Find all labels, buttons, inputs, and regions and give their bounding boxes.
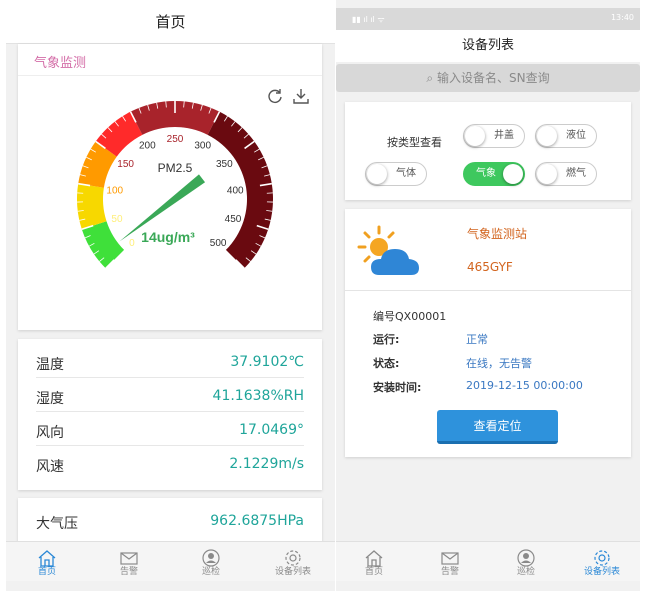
gauge-tick-label: 300 [194, 141, 211, 152]
toggle-label: 气象 [476, 168, 496, 179]
toggle-knob [465, 126, 485, 146]
search-input[interactable]: ⌕ 输入设备名、SN查询 [336, 64, 640, 92]
tab-label: 巡检 [201, 567, 220, 577]
gauge-band [77, 183, 107, 230]
toggle-knob [503, 164, 523, 184]
gauge-tick [183, 101, 185, 108]
gauge-tick-label: 200 [139, 141, 156, 152]
run-value: 正常 [466, 333, 488, 346]
state-label: 状态: [373, 357, 400, 370]
gauge-tick-label: 250 [167, 134, 184, 145]
reading-label: 风向 [36, 425, 64, 441]
device-list-screen: ▮▮ ıl ıl ᯤ 13:40 设备列表 ⌕ 输入设备名、SN查询 按类型查看… [336, 0, 640, 591]
gauge-tick-label: 350 [216, 159, 233, 170]
reading-label: 风速 [36, 459, 64, 475]
toggle-knob [537, 126, 557, 146]
home-screen: 首页 气象监测 0 50 100 150 200 250 300 350 400 450 500 P… [6, 0, 335, 591]
page-title: 设备列表 [336, 30, 640, 62]
gauge-reading: 14ug/m³ [141, 229, 195, 245]
device-card[interactable]: 气象监测站 465GYF 编号QX00001 运行: 正常 状态: 在线，无告警… [345, 209, 631, 457]
pm25-gauge: 0 50 100 150 200 250 300 350 400 450 500 PM2.5 14u… [77, 101, 273, 269]
bottom-tab-bar: 首页 告警 巡检 设备列表 [336, 541, 640, 581]
status-bar: ▮▮ ıl ıl ᯤ 13:40 [336, 8, 640, 30]
install-value: 2019-12-15 00:00:00 [466, 379, 583, 392]
filter-toggle-weather[interactable]: 气象 [463, 162, 525, 186]
gauge-tick-label: 50 [111, 214, 123, 225]
tab-alarm[interactable]: 告警 [88, 542, 170, 591]
gauge-tick-label: 450 [225, 214, 242, 225]
search-icon: ⌕ [426, 71, 434, 85]
status-time: 13:40 [610, 13, 634, 22]
bottom-tab-bar: 首页 告警 巡检 设备列表 [6, 541, 335, 581]
station-name: 气象监测站 [467, 227, 528, 241]
tab-label: 设备列表 [274, 567, 311, 577]
filter-label: 按类型查看 [387, 136, 442, 149]
reading-value: 41.1638%RH [212, 388, 304, 404]
reading-value: 2.1229m/s [229, 456, 304, 472]
gauge-tick-label: 500 [210, 238, 227, 249]
weather-monitor-card: 气象监测 0 50 100 150 200 250 300 350 400 450 500 PM2.… [18, 44, 322, 330]
reading-row-pressure: 大气压 962.6875HPa [36, 504, 304, 537]
filter-toggle-level[interactable]: 液位 [535, 124, 597, 148]
station-sn: 465GYF [467, 260, 513, 274]
gauge-tick-label: 100 [106, 185, 123, 196]
toggle-knob [367, 164, 387, 184]
type-filter-card: 按类型查看 井盖 液位 气体 气象 燃气 [345, 102, 631, 200]
tab-home[interactable]: 首页 [6, 542, 88, 591]
card-title: 气象监测 [34, 56, 87, 71]
tab-label: 设备列表 [583, 567, 620, 577]
tab-inspection[interactable]: 巡检 [488, 542, 564, 591]
reading-label: 大气压 [36, 516, 78, 532]
toggle-label: 液位 [566, 130, 586, 141]
reading-label: 温度 [36, 357, 64, 373]
toggle-label: 燃气 [566, 168, 586, 179]
reading-row-wind-speed: 风速 2.1229m/s [36, 447, 304, 480]
toggle-label: 气体 [396, 168, 416, 179]
tab-device-list[interactable]: 设备列表 [564, 542, 640, 591]
gauge-tick-label: 150 [117, 159, 134, 170]
gauge-band [81, 221, 125, 269]
tab-label: 巡检 [516, 567, 535, 577]
gauge-name: PM2.5 [158, 161, 193, 175]
tab-label: 首页 [364, 567, 383, 577]
reading-value: 17.0469° [239, 422, 304, 438]
gauge-tick-label: 0 [129, 238, 135, 249]
tab-alarm[interactable]: 告警 [412, 542, 488, 591]
page-title: 首页 [6, 0, 335, 44]
toggle-label: 井盖 [494, 130, 514, 141]
signal-icon: ▮▮ ıl ıl ᯤ [352, 15, 385, 24]
run-label: 运行: [373, 333, 400, 346]
filter-toggle-manhole[interactable]: 井盖 [463, 124, 525, 148]
search-placeholder: 输入设备名、SN查询 [436, 71, 550, 85]
locate-button[interactable]: 查看定位 [437, 410, 558, 444]
gauge-tick-label: 400 [227, 185, 244, 196]
filter-toggle-fuel-gas[interactable]: 燃气 [535, 162, 597, 186]
tab-home[interactable]: 首页 [336, 542, 412, 591]
tab-device-list[interactable]: 设备列表 [252, 542, 334, 591]
tab-label: 告警 [440, 567, 459, 577]
weather-icon [357, 225, 419, 275]
reading-row-temperature: 温度 37.9102℃ [36, 345, 304, 378]
reading-value: 962.6875HPa [210, 513, 304, 529]
reading-label: 湿度 [36, 391, 64, 407]
reading-value: 37.9102℃ [230, 354, 304, 370]
tab-label: 告警 [119, 567, 138, 577]
readings-card: 温度 37.9102℃ 湿度 41.1638%RH 风向 17.0469° 风速… [18, 339, 322, 490]
device-id: 编号QX00001 [373, 310, 447, 323]
tab-inspection[interactable]: 巡检 [170, 542, 252, 591]
install-label: 安装时间: [373, 381, 422, 394]
filter-toggle-gas[interactable]: 气体 [365, 162, 427, 186]
reading-row-humidity: 湿度 41.1638%RH [36, 379, 304, 412]
reading-row-wind-direction: 风向 17.0469° [36, 413, 304, 446]
tab-label: 首页 [37, 567, 56, 577]
toggle-knob [537, 164, 557, 184]
gauge-tick [165, 101, 167, 108]
state-value: 在线，无告警 [466, 357, 532, 370]
